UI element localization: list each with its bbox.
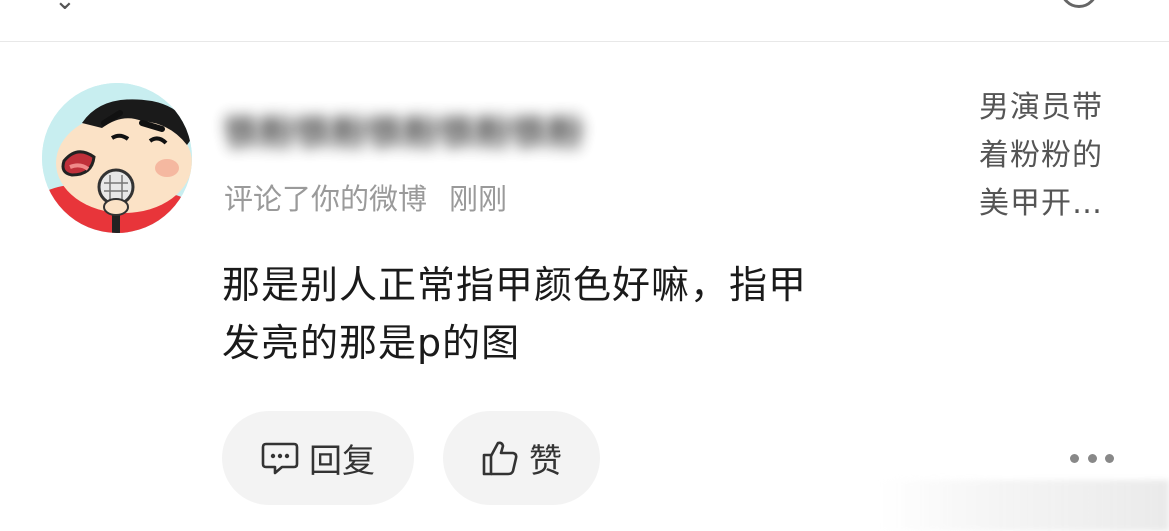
like-label: 赞 bbox=[529, 441, 562, 480]
back-arrow-icon[interactable]: ⌄ bbox=[54, 0, 76, 16]
dot bbox=[1105, 453, 1114, 463]
more-dots-icon[interactable] bbox=[1070, 444, 1114, 472]
comment-bubble-icon bbox=[261, 442, 299, 475]
notification-meta: 评论了你的微博 刚刚 bbox=[224, 176, 507, 218]
post-preview[interactable]: 男演员带 着粉粉的 美甲开… bbox=[979, 84, 1124, 228]
dot bbox=[1070, 453, 1079, 463]
reply-label: 回复 bbox=[309, 441, 375, 480]
reply-button[interactable]: 回复 bbox=[222, 411, 414, 505]
comment-line: 那是别人正常指甲颜色好嘛，指甲 bbox=[222, 263, 808, 307]
comment-line: 发亮的那是p的图 bbox=[222, 321, 521, 365]
divider bbox=[0, 41, 1169, 42]
comment-text: 那是别人正常指甲颜色好嘛，指甲 发亮的那是p的图 bbox=[222, 256, 922, 372]
dot bbox=[1087, 453, 1097, 463]
action-text: 评论了你的微博 bbox=[224, 182, 428, 216]
top-bar: ⌄ bbox=[0, 0, 1169, 42]
username[interactable]: 铁粉铁粉铁粉铁粉铁粉 bbox=[224, 98, 584, 154]
top-right-icon[interactable] bbox=[1060, 0, 1098, 8]
cartoon-avatar-icon bbox=[42, 83, 192, 233]
preview-line: 男演员带 bbox=[979, 90, 1103, 125]
preview-line: 着粉粉的 bbox=[979, 138, 1103, 173]
like-button[interactable]: 赞 bbox=[443, 411, 600, 505]
avatar[interactable] bbox=[42, 83, 192, 233]
thumbs-up-icon bbox=[482, 441, 518, 476]
preview-line: 美甲开… bbox=[979, 186, 1103, 221]
username-text: 铁粉铁粉铁粉铁粉铁粉 bbox=[224, 113, 585, 154]
watermark bbox=[880, 480, 1169, 531]
timestamp: 刚刚 bbox=[449, 182, 508, 216]
